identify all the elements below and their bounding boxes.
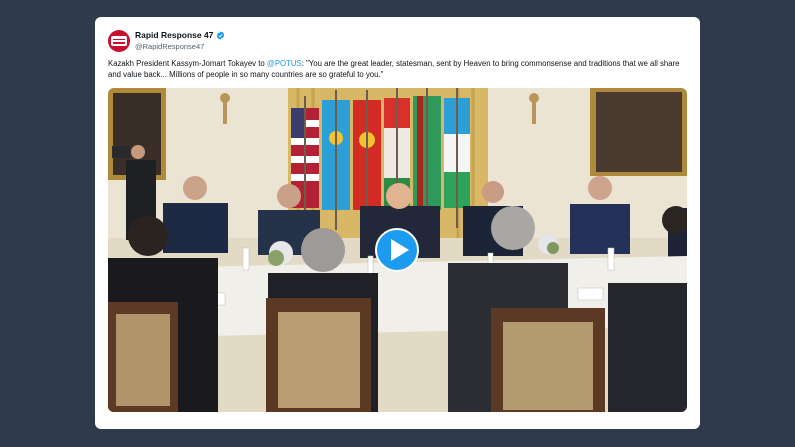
tweet-text-before: Kazakh President Kassym-Jomart Tokayev t…	[108, 59, 267, 68]
video-frame	[108, 88, 687, 412]
tweet-card: Rapid Response 47 @RapidResponse47 Kazak…	[95, 17, 700, 429]
verified-badge-icon	[217, 30, 225, 40]
video-player[interactable]	[108, 88, 687, 412]
avatar-logo-icon	[111, 36, 127, 46]
tweet-text: Kazakh President Kassym-Jomart Tokayev t…	[108, 59, 690, 80]
display-name-row[interactable]: Rapid Response 47	[135, 30, 225, 40]
display-name[interactable]: Rapid Response 47	[135, 30, 213, 40]
play-icon[interactable]	[375, 228, 419, 272]
user-handle[interactable]: @RapidResponse47	[135, 42, 204, 51]
mention-link[interactable]: @POTUS	[267, 59, 302, 68]
painting-right	[596, 92, 682, 172]
avatar[interactable]	[108, 30, 130, 52]
